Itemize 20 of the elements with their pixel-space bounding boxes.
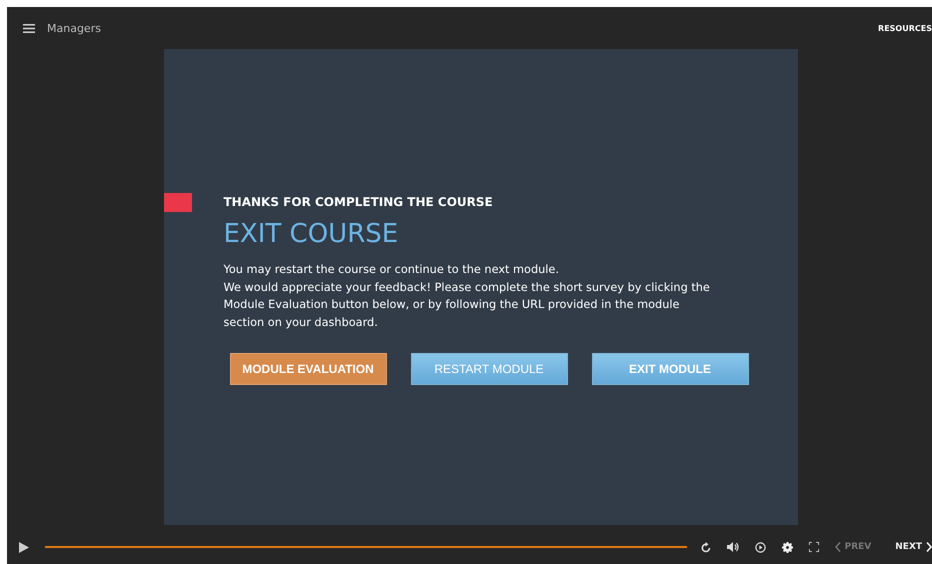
fullscreen-icon[interactable] [808, 542, 819, 552]
settings-icon[interactable] [782, 542, 793, 552]
replay-icon[interactable] [700, 542, 711, 552]
slide-subheading: THANKS FOR COMPLETING THE COURSE [224, 195, 494, 209]
module-button[interactable]: MODULE EVALUATION [230, 353, 386, 385]
play-icon[interactable] [19, 542, 29, 552]
slide-title: EXIT COURSE [224, 219, 400, 249]
body-text: We would appreciate your feedback! Please complete the short survey by clicking the Module Evaluation button below, or by following the URL provided in the module section on your dashboard. [224, 280, 711, 330]
module-button[interactable]: RESTART MODULE [410, 353, 568, 385]
module-button[interactable]: EXIT MODULE [592, 353, 748, 385]
chevron-left-icon [834, 542, 841, 552]
accent-marker [164, 193, 192, 212]
chevron-right-icon [926, 542, 932, 552]
resources-button[interactable]: RESOURCES [878, 24, 932, 32]
next-button[interactable]: NEXT [895, 542, 932, 552]
course-title: Managers [47, 22, 101, 34]
menu-icon[interactable] [23, 24, 35, 32]
volume-icon[interactable] [726, 542, 739, 552]
play-circle-icon[interactable] [754, 542, 766, 552]
body-text: You may restart the course or continue to the next module. [224, 262, 560, 278]
